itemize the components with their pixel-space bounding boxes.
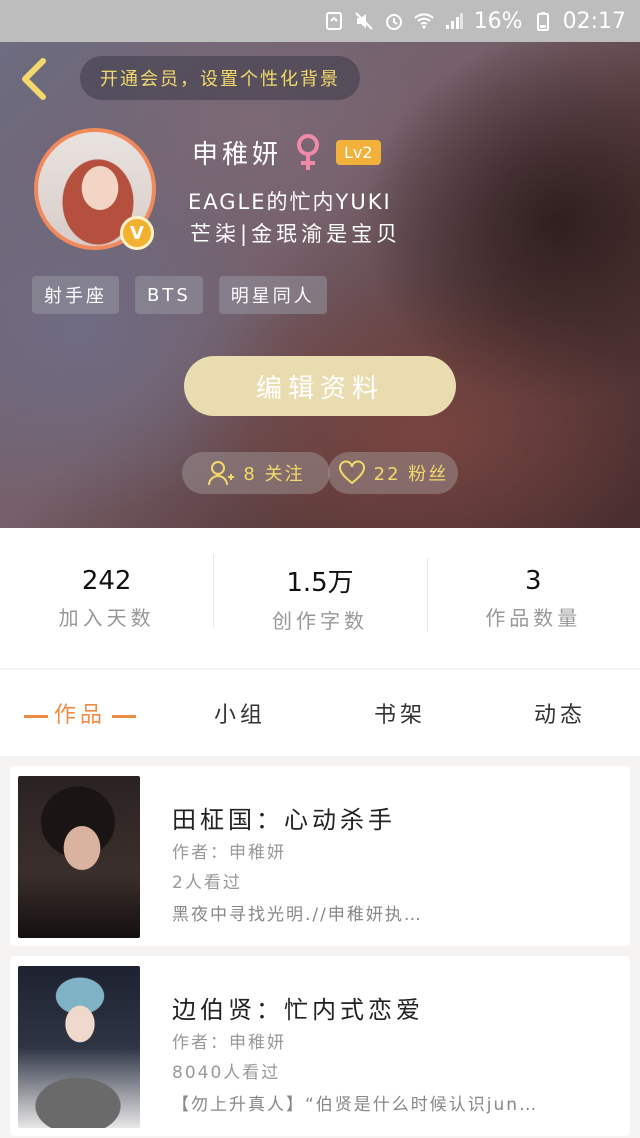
work-views: 8040人看过 <box>172 1063 281 1083</box>
stat-works: 3 作品数量 <box>426 557 640 632</box>
battery-percent: 16% <box>473 8 523 34</box>
tab-label: 作品 <box>53 703 106 728</box>
tab-indicator-right <box>112 714 136 718</box>
work-author: 作者：申稚妍 <box>172 1033 286 1053</box>
tab-label: 书架 <box>373 703 426 728</box>
tag[interactable]: BTS <box>135 276 203 314</box>
profile-header: 16% 02:17 开通会员，设置个性化背景 V 申稚妍 Lv2 EAGLE的忙… <box>0 0 640 528</box>
stat-label: 创作字数 <box>271 609 368 633</box>
add-user-icon <box>208 461 235 486</box>
work-card[interactable]: 田柾国：心动杀手 作者：申稚妍 2人看过 黑夜中寻找光明.//申稚妍执… <box>10 766 630 946</box>
status-bar: 16% 02:17 <box>0 0 640 42</box>
tag-list: 射手座 BTS 明星同人 <box>32 276 327 314</box>
work-views: 2人看过 <box>172 873 242 893</box>
alarm-icon <box>384 10 404 32</box>
name-row: 申稚妍 Lv2 <box>192 130 381 174</box>
stat-value: 3 <box>525 565 542 596</box>
fans-button[interactable]: 22 粉丝 <box>328 452 458 494</box>
user-name: 申稚妍 <box>192 139 283 170</box>
clock-time: 02:17 <box>562 8 626 34</box>
work-cover-image <box>18 776 140 938</box>
bio-line-1: EAGLE的忙内YUKI <box>188 190 392 214</box>
work-description: 【勿上升真人】“伯贤是什么时候认识jun… <box>172 1095 539 1115</box>
avatar[interactable]: V <box>34 128 156 250</box>
stat-words: 1.5万 创作字数 <box>213 554 426 634</box>
heart-icon <box>338 460 365 485</box>
work-title: 田柾国：心动杀手 <box>172 806 396 834</box>
tab-groups[interactable]: 小组 <box>160 697 320 729</box>
signal-icon <box>444 10 464 32</box>
tab-bookshelf[interactable]: 书架 <box>320 697 480 729</box>
wifi-icon <box>413 10 434 32</box>
battery-icon <box>533 10 553 32</box>
level-badge: Lv2 <box>336 139 381 165</box>
work-description: 黑夜中寻找光明.//申稚妍执… <box>172 905 423 925</box>
work-author: 作者：申稚妍 <box>172 843 286 863</box>
work-card[interactable]: 边伯贤：忙内式恋爱 作者：申稚妍 8040人看过 【勿上升真人】“伯贤是什么时候… <box>10 956 630 1136</box>
work-cover-image <box>18 966 140 1128</box>
tab-works[interactable]: 作品 <box>0 697 160 729</box>
stat-days: 242 加入天数 <box>0 566 213 631</box>
tab-label: 动态 <box>533 703 586 728</box>
fans-count: 22 粉丝 <box>373 464 449 485</box>
stat-label: 作品数量 <box>485 605 582 630</box>
edit-profile-button[interactable]: 编辑资料 <box>184 356 456 416</box>
bio-line-2: 芒柒|金珉渝是宝贝 <box>190 222 402 246</box>
stat-value: 242 <box>81 565 132 596</box>
recycle-icon <box>324 10 344 32</box>
back-button[interactable] <box>14 56 54 102</box>
stat-value: 1.5万 <box>286 568 354 598</box>
member-banner-button[interactable]: 开通会员，设置个性化背景 <box>80 56 360 100</box>
vip-badge: V <box>120 216 154 250</box>
stats-bar: 242 加入天数 1.5万 创作字数 3 作品数量 <box>0 528 640 668</box>
mute-icon <box>354 10 374 32</box>
works-list: 田柾国：心动杀手 作者：申稚妍 2人看过 黑夜中寻找光明.//申稚妍执… 边伯贤… <box>0 756 640 1138</box>
tab-indicator-left <box>23 714 48 718</box>
chevron-left-icon <box>22 58 46 100</box>
stat-label: 加入天数 <box>58 605 155 630</box>
tab-label: 小组 <box>213 703 266 728</box>
following-count: 8 关注 <box>243 464 305 485</box>
tab-bar: 作品 小组 书架 动态 <box>0 670 640 756</box>
female-icon <box>297 134 320 170</box>
following-button[interactable]: 8 关注 <box>182 452 330 494</box>
work-title: 边伯贤：忙内式恋爱 <box>172 996 424 1024</box>
tab-activity[interactable]: 动态 <box>480 697 640 729</box>
tag[interactable]: 射手座 <box>32 276 119 314</box>
tag[interactable]: 明星同人 <box>218 276 327 314</box>
